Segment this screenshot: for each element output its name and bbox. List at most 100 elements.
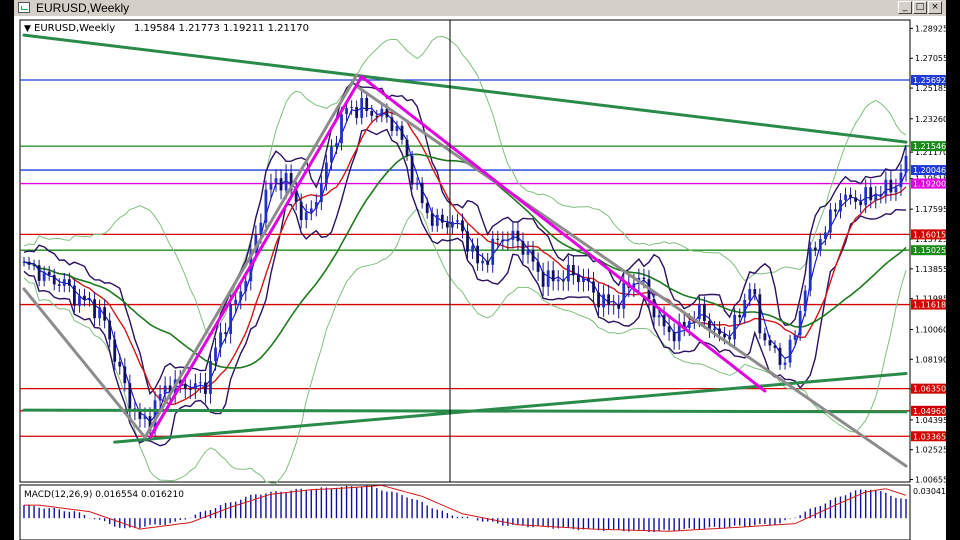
candle-body bbox=[642, 277, 646, 280]
chart-menu-arrow-icon[interactable]: ▼ bbox=[24, 24, 31, 34]
candle-body bbox=[768, 340, 772, 346]
candle-body bbox=[209, 361, 212, 395]
candle-body bbox=[808, 247, 812, 291]
candle-body bbox=[47, 271, 51, 275]
price-tag-label: 1.21546 bbox=[913, 142, 946, 151]
price-tag-label: 1.11618 bbox=[913, 301, 946, 310]
candle-body bbox=[420, 182, 424, 204]
candle-body bbox=[592, 281, 595, 293]
macd-tick-label: 0.030416 bbox=[913, 487, 946, 496]
maximize-button[interactable]: □ bbox=[913, 1, 927, 14]
candle-body bbox=[163, 385, 167, 395]
price-tick-label: 1.17595 bbox=[915, 205, 946, 214]
candle-body bbox=[783, 362, 787, 365]
candle-body bbox=[763, 333, 767, 341]
price-tick-label: 1.08190 bbox=[915, 355, 946, 364]
price-tag-label: 1.20046 bbox=[913, 166, 946, 175]
candle-body bbox=[269, 182, 273, 190]
candle-body bbox=[335, 143, 338, 147]
candle-body bbox=[234, 299, 238, 305]
candle-body bbox=[199, 382, 202, 384]
candle-body bbox=[617, 304, 621, 309]
candle-body bbox=[834, 209, 837, 212]
candle-body bbox=[718, 328, 721, 335]
candle[interactable] bbox=[410, 150, 414, 190]
candle-body bbox=[541, 271, 545, 287]
candle-body bbox=[319, 183, 323, 203]
symbol-label: EURUSD,Weekly bbox=[34, 23, 115, 34]
candle-body bbox=[607, 294, 611, 306]
candle-body bbox=[193, 383, 197, 390]
candle-body bbox=[355, 107, 359, 118]
candle-body bbox=[22, 261, 26, 263]
candle-body bbox=[748, 289, 752, 300]
candle-body bbox=[662, 315, 666, 327]
candle-body bbox=[561, 279, 565, 282]
candle-body bbox=[571, 264, 575, 276]
price-tag-label: 1.06350 bbox=[913, 385, 946, 394]
price-tick-label: 1.02525 bbox=[915, 446, 946, 455]
close-button[interactable]: × bbox=[928, 1, 942, 14]
candle[interactable] bbox=[758, 288, 762, 340]
candle-body bbox=[844, 194, 847, 200]
candle-body bbox=[365, 97, 369, 111]
candle-body bbox=[667, 326, 671, 333]
candle-body bbox=[400, 125, 404, 140]
candle-body bbox=[445, 222, 449, 228]
candle-body bbox=[879, 194, 883, 196]
candle-body bbox=[27, 261, 31, 265]
main-price-plot[interactable]: ▼ EURUSD,Weekly 1.19584 1.21773 1.19211 … bbox=[19, 19, 911, 484]
candle-body bbox=[818, 238, 822, 251]
candle-body bbox=[823, 232, 827, 239]
candle-body bbox=[229, 304, 233, 334]
candle-body bbox=[738, 314, 742, 318]
price-tag-label: 1.15025 bbox=[913, 246, 946, 255]
candle-body bbox=[491, 238, 495, 265]
candle-body bbox=[204, 382, 207, 395]
candle-body bbox=[481, 260, 485, 264]
candle-body bbox=[743, 299, 747, 318]
price-tick-label: 1.28925 bbox=[915, 24, 946, 33]
macd-label: MACD(12,26,9) 0.016554 0.016210 bbox=[24, 490, 184, 500]
candle-body bbox=[864, 187, 868, 206]
candle-body bbox=[219, 332, 222, 348]
candle-body bbox=[556, 279, 560, 282]
candle-body bbox=[345, 108, 348, 115]
candle-body bbox=[536, 261, 540, 272]
candle-body bbox=[869, 187, 873, 201]
candle-body bbox=[829, 209, 832, 233]
candle-body bbox=[587, 278, 590, 282]
title-bar: EURUSD,Weekly _ □ × bbox=[14, 0, 946, 17]
candle-body bbox=[103, 307, 107, 321]
candle-body bbox=[183, 383, 187, 389]
candle-body bbox=[506, 239, 510, 242]
candle-body bbox=[73, 285, 76, 306]
candle-body bbox=[138, 411, 142, 419]
green-flat-line[interactable] bbox=[22, 408, 908, 414]
candle-body bbox=[511, 230, 515, 240]
candle-body bbox=[274, 178, 278, 183]
candle-body bbox=[93, 299, 96, 319]
candle-body bbox=[803, 290, 807, 312]
candle-body bbox=[849, 194, 852, 198]
chart-area[interactable]: ▼ EURUSD,Weekly 1.19584 1.21773 1.19211 … bbox=[14, 16, 946, 540]
candle-body bbox=[697, 304, 701, 320]
candle[interactable] bbox=[808, 241, 812, 297]
candle-body bbox=[239, 291, 243, 300]
candle-body bbox=[309, 208, 313, 213]
minimize-button[interactable]: _ bbox=[898, 1, 912, 14]
candle-body bbox=[723, 334, 726, 338]
candle-body bbox=[889, 179, 893, 193]
macd-subwindow[interactable]: MACD(12,26,9) 0.016554 0.016210 0.030416 bbox=[19, 484, 946, 540]
candle-body bbox=[340, 114, 343, 144]
price-tag-label: 1.16015 bbox=[913, 230, 946, 239]
candle-body bbox=[577, 275, 580, 283]
candle-body bbox=[360, 97, 364, 118]
candle-body bbox=[582, 278, 585, 283]
price-tag-label: 1.03365 bbox=[913, 432, 946, 441]
candle-body bbox=[410, 155, 414, 185]
candle-body bbox=[466, 231, 469, 252]
candle-body bbox=[703, 304, 706, 321]
candle-body bbox=[456, 220, 459, 222]
candle-body bbox=[52, 274, 56, 285]
